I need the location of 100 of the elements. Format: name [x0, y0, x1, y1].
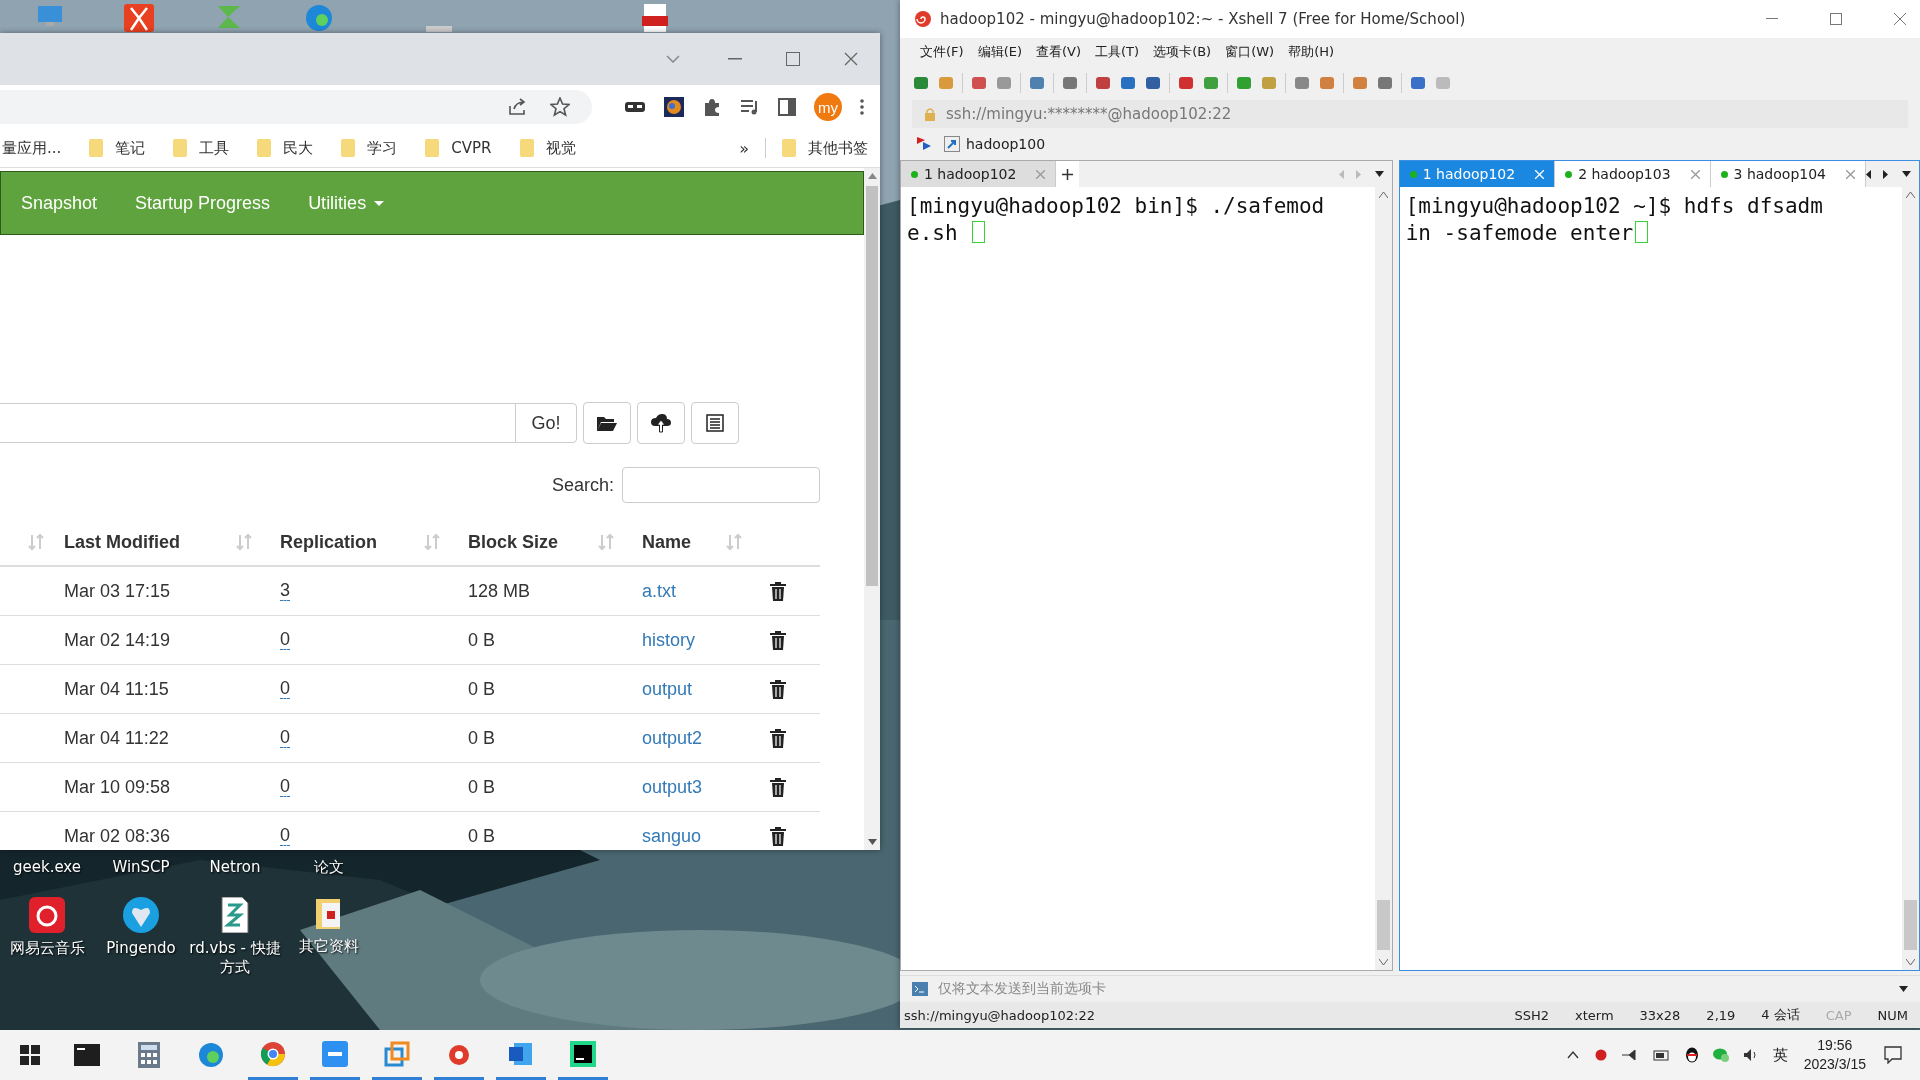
- new-tab-button[interactable]: [1056, 161, 1080, 187]
- trash-icon[interactable]: [770, 581, 786, 601]
- desktop-icon-label[interactable]: 其它资料: [299, 937, 359, 956]
- session-tab[interactable]: 2 hadoop103: [1555, 161, 1711, 187]
- menu-icon[interactable]: [860, 99, 864, 115]
- scroll-thumb[interactable]: [866, 186, 878, 586]
- media-list-icon[interactable]: [740, 99, 760, 115]
- file-link[interactable]: a.txt: [642, 580, 676, 602]
- side-panel-icon[interactable]: [778, 98, 796, 116]
- chat-bubble-icon[interactable]: [1712, 1048, 1729, 1062]
- dropdown-arrow-icon[interactable]: [1902, 171, 1911, 177]
- replication-link[interactable]: 0: [280, 727, 290, 749]
- music-app-icon[interactable]: [29, 897, 65, 933]
- search-field[interactable]: [622, 467, 820, 503]
- menu-item[interactable]: 帮助(H): [1288, 43, 1335, 61]
- replication-link[interactable]: 0: [280, 776, 290, 798]
- menu-item[interactable]: 选项卡(B): [1153, 43, 1212, 61]
- go-button[interactable]: Go!: [515, 403, 577, 443]
- more-bookmarks-button[interactable]: »: [739, 138, 749, 158]
- replication-link[interactable]: 0: [280, 629, 290, 651]
- bookmark[interactable]: CVPR: [425, 139, 492, 157]
- windows-start-icon[interactable]: [20, 1045, 40, 1065]
- column-header[interactable]: Name: [642, 531, 692, 553]
- file-link[interactable]: history: [642, 629, 695, 651]
- close-icon[interactable]: [844, 52, 858, 66]
- puzzle-icon[interactable]: [702, 97, 722, 117]
- scroll-thumb[interactable]: [1376, 900, 1390, 950]
- speaker-icon[interactable]: [1742, 1048, 1759, 1062]
- bookmark[interactable]: 工具: [173, 138, 230, 158]
- menu-item[interactable]: 文件(F): [920, 43, 964, 61]
- trash-icon[interactable]: [770, 826, 786, 846]
- session-tab[interactable]: 1 hadoop102: [1399, 161, 1556, 187]
- clock[interactable]: 19:56 2023/3/15: [1803, 1036, 1866, 1074]
- address-bar[interactable]: ssh://mingyu:********@hadoop102:22: [912, 100, 1908, 128]
- trash-icon[interactable]: [770, 728, 786, 748]
- tab-search-icon[interactable]: [666, 55, 680, 63]
- minimize-icon[interactable]: [1766, 18, 1778, 20]
- trash-icon[interactable]: [770, 679, 786, 699]
- pdf-file-icon[interactable]: [642, 4, 668, 32]
- path-field[interactable]: [0, 403, 515, 443]
- bookmark[interactable]: 量应用...: [2, 138, 62, 158]
- close-icon[interactable]: [1690, 169, 1700, 179]
- scroll-down-arrow-icon[interactable]: [867, 839, 877, 845]
- desktop-icon-label[interactable]: 网易云音乐: [9, 939, 85, 958]
- menu-item[interactable]: 查看(V): [1036, 43, 1082, 61]
- bookmark[interactable]: 民大: [257, 138, 314, 158]
- scroll-thumb[interactable]: [1904, 900, 1917, 950]
- scrollbar[interactable]: [1902, 187, 1919, 970]
- maximize-icon[interactable]: [786, 52, 800, 66]
- file-link[interactable]: output2: [642, 727, 703, 749]
- penguin-icon[interactable]: [1684, 1047, 1699, 1063]
- scroll-up-arrow-icon[interactable]: [867, 173, 877, 179]
- column-header[interactable]: Last Modified: [64, 531, 180, 553]
- share-icon[interactable]: [508, 98, 528, 116]
- session-link[interactable]: hadoop100: [944, 136, 1046, 152]
- menu-item[interactable]: 窗口(W): [1225, 43, 1275, 61]
- column-header[interactable]: Block Size: [468, 531, 559, 553]
- close-icon[interactable]: [1894, 13, 1906, 25]
- replication-link[interactable]: 3: [280, 580, 290, 602]
- bookmark[interactable]: 学习: [341, 138, 398, 158]
- chevron-up-icon[interactable]: [1566, 1051, 1579, 1059]
- menu-item[interactable]: 编辑(E): [977, 43, 1022, 61]
- file-link[interactable]: output3: [642, 776, 703, 798]
- input-method-indicator[interactable]: 英: [1772, 1045, 1788, 1065]
- trash-icon[interactable]: [770, 777, 786, 797]
- session-tab[interactable]: 1 hadoop102: [901, 161, 1057, 187]
- desktop-icon-label[interactable]: 论文: [314, 858, 344, 877]
- list-button[interactable]: [691, 402, 739, 444]
- scrollbar[interactable]: [1374, 187, 1392, 970]
- record-dot-icon[interactable]: [1594, 1049, 1607, 1061]
- maximize-icon[interactable]: [1830, 13, 1842, 25]
- bookmark[interactable]: 视觉: [519, 138, 576, 158]
- desktop-icon-label[interactable]: geek.exe: [12, 858, 81, 876]
- star-icon[interactable]: [550, 97, 570, 117]
- extension-icon[interactable]: [664, 97, 684, 117]
- battery-icon[interactable]: [1652, 1049, 1671, 1061]
- minimize-icon[interactable]: [728, 58, 742, 60]
- terminal-output[interactable]: [mingyu@hadoop102 ~]$ hdfs dfsadm in -safemode enter: [1399, 187, 1902, 970]
- terminal-output[interactable]: [mingyu@hadoop102 bin]$ ./safemod e.sh: [901, 187, 1375, 970]
- script-file-icon[interactable]: [220, 897, 250, 933]
- scrollbar[interactable]: [864, 168, 880, 850]
- notification-icon[interactable]: [1884, 1046, 1902, 1064]
- flag-icon[interactable]: [916, 136, 932, 152]
- dropdown-arrow-icon[interactable]: [1899, 986, 1908, 992]
- mask-icon[interactable]: [624, 100, 646, 114]
- replication-link[interactable]: 0: [280, 678, 290, 700]
- tab-scroll-arrows-icon[interactable]: [1866, 169, 1888, 179]
- bookmark[interactable]: 其他书签: [782, 138, 868, 158]
- heart-app-icon[interactable]: [123, 897, 159, 933]
- bookmark[interactable]: 笔记: [89, 138, 146, 158]
- menu-item[interactable]: 工具(T): [1095, 43, 1140, 61]
- close-icon[interactable]: [1846, 169, 1855, 179]
- file-link[interactable]: output: [642, 678, 693, 700]
- folder-button[interactable]: [583, 402, 631, 444]
- desktop-icon-label[interactable]: Netron: [209, 858, 261, 876]
- trash-icon[interactable]: [770, 630, 786, 650]
- desktop-icon-label[interactable]: Pingendo: [106, 939, 176, 957]
- replication-link[interactable]: 0: [280, 825, 290, 847]
- upload-button[interactable]: [637, 402, 685, 444]
- dropdown-arrow-icon[interactable]: [1374, 171, 1384, 177]
